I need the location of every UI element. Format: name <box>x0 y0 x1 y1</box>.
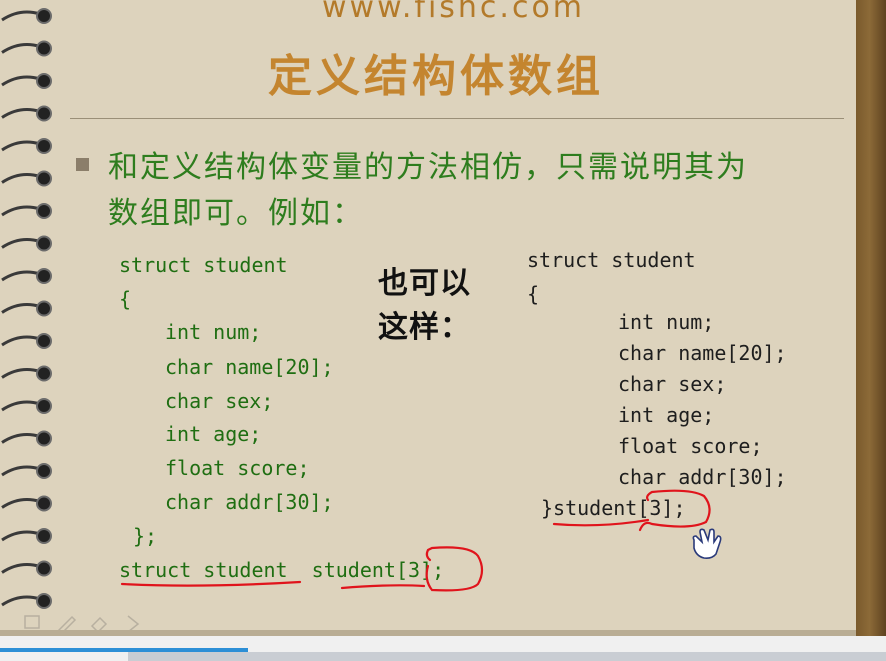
site-url: www.fishc.com <box>322 0 586 25</box>
code-left-line-5: char sex; <box>165 389 274 413</box>
spiral-binding-icon <box>1 8 52 609</box>
code-right-line-9: }student[3]; <box>541 496 686 520</box>
code-left-line-2: { <box>119 287 132 311</box>
code-right-line-7: float score; <box>618 434 763 458</box>
hand-cursor-icon <box>692 528 722 559</box>
playback-track[interactable] <box>128 652 886 661</box>
code-right-line-2: { <box>527 282 540 306</box>
code-left-line-1: struct student <box>119 253 288 277</box>
handwritten-note-line-1: 也可以 <box>378 266 471 301</box>
code-right-line-5: char sex; <box>618 372 727 396</box>
code-left-line-10: struct student student[3]; <box>119 558 445 582</box>
code-right-line-3: int num; <box>618 310 715 334</box>
playback-progress[interactable] <box>0 648 248 652</box>
code-left-line-6: int age; <box>165 422 262 446</box>
slide-canvas: www.fishc.com 定义结构体数组 和定义结构体变量的方法相仿，只需说明… <box>0 0 856 636</box>
code-left-line-8: char addr[30]; <box>165 490 334 514</box>
code-left-line-9: }; <box>133 524 158 548</box>
handwritten-note-line-2: 这样： <box>378 310 471 345</box>
code-right-line-1: struct student <box>527 248 696 272</box>
code-left-line-7: float score; <box>165 456 310 480</box>
bullet-square-icon <box>76 158 89 171</box>
bullet-text-line-1: 和定义结构体变量的方法相仿，只需说明其为 <box>108 150 748 185</box>
code-left-line-4: char name[20]; <box>165 355 334 379</box>
code-right-line-8: char addr[30]; <box>618 465 787 489</box>
code-right-line-4: char name[20]; <box>618 341 787 365</box>
title-divider <box>70 118 844 119</box>
slide-title: 定义结构体数组 <box>268 51 604 102</box>
code-left-line-3: int num; <box>165 320 262 344</box>
wood-frame-right <box>856 0 886 636</box>
code-right-line-6: int age; <box>618 403 715 427</box>
bullet-text-line-2: 数组即可。例如： <box>108 196 364 231</box>
